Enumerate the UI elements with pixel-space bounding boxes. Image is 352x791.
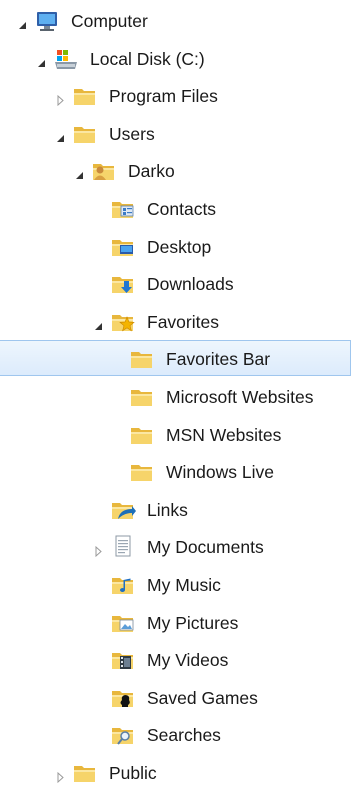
tree-item-label: Microsoft Websites [166,387,314,407]
searches-folder-icon [110,722,136,748]
tree-item-label: My Documents [147,537,264,558]
desktop-folder-icon [110,234,136,260]
tree-item-label: Local Disk (C:) [90,48,205,69]
user-folder-icon [91,158,117,184]
folder-icon [72,121,98,147]
tree-item-darko[interactable]: Darko [0,152,352,189]
tree-item-label: My Videos [147,650,229,671]
tree-item-label: Favorites Bar [166,349,271,370]
documents-folder-icon [110,534,136,560]
tree-item-links[interactable]: Links [0,491,352,528]
folder-icon [129,384,155,410]
folder-icon [129,422,155,448]
tree-item-users[interactable]: Users [0,115,352,152]
folder-icon [72,760,98,786]
tree-item-local-disk-c[interactable]: Local Disk (C:) [0,40,352,77]
tree-item-favorites[interactable]: Favorites [0,303,352,340]
tree-item-label: Saved Games [147,687,258,708]
tree-item-my-documents[interactable]: My Documents [0,528,352,565]
favorites-folder-icon [110,309,136,335]
tree-item-my-pictures[interactable]: My Pictures [0,604,352,641]
music-folder-icon [110,572,136,598]
drive-icon [53,46,79,72]
tree-item-favorites-bar[interactable]: Favorites Bar [0,340,352,377]
tree-item-my-videos[interactable]: My Videos [0,641,352,678]
tree-item-saved-games[interactable]: Saved Games [0,679,352,716]
expanded-arrow-icon[interactable] [55,128,66,142]
pictures-folder-icon [110,610,136,636]
expanded-arrow-icon[interactable] [74,165,85,180]
tree-item-windows-live[interactable]: Windows Live [0,453,352,490]
contacts-folder-icon [110,196,136,222]
collapsed-arrow-icon[interactable] [93,541,104,558]
tree-item-microsoft-websites[interactable]: Microsoft Websites [0,378,352,415]
folder-icon [72,83,98,109]
tree-item-my-music[interactable]: My Music [0,566,352,603]
tree-item-label: Users [109,123,155,144]
folder-icon [129,459,155,485]
tree-item-label: My Music [147,575,221,595]
collapsed-arrow-icon[interactable] [55,90,66,107]
tree-item-computer[interactable]: Computer [0,2,352,39]
tree-item-label: Public [109,763,157,783]
tree-item-contacts[interactable]: Contacts [0,190,352,227]
tree-item-label: Computer [71,11,148,31]
tree-item-program-files[interactable]: Program Files [0,77,352,114]
tree-item-label: Contacts [147,199,217,219]
downloads-folder-icon [110,271,136,297]
links-folder-icon [110,497,136,523]
videos-folder-icon [110,647,136,673]
tree-item-label: My Pictures [147,612,239,633]
tree-item-downloads[interactable]: Downloads [0,265,352,302]
tree-item-msn-websites[interactable]: MSN Websites [0,416,352,453]
expanded-arrow-icon[interactable] [17,15,28,29]
saved-games-folder-icon [110,685,136,711]
folder-icon [129,346,155,372]
collapsed-arrow-icon[interactable] [55,767,66,784]
tree-item-searches[interactable]: Searches [0,716,352,753]
tree-item-label: Searches [147,725,221,746]
expanded-arrow-icon[interactable] [36,53,47,67]
tree-item-label: Desktop [147,236,212,257]
tree-item-public[interactable]: Public [0,754,352,791]
tree-item-label: Darko [128,161,175,182]
tree-item-label: Favorites [147,311,219,332]
tree-item-label: Downloads [147,274,234,295]
tree-item-label: Links [147,499,188,520]
computer-icon [34,8,60,34]
tree-item-label: Windows Live [166,462,274,483]
tree-item-desktop[interactable]: Desktop [0,228,352,265]
tree-item-label: MSN Websites [166,424,282,445]
tree-item-label: Program Files [109,86,218,107]
expanded-arrow-icon[interactable] [93,316,104,330]
folder-tree: Computer Local Disk (C:) Program Files User… [0,0,352,787]
